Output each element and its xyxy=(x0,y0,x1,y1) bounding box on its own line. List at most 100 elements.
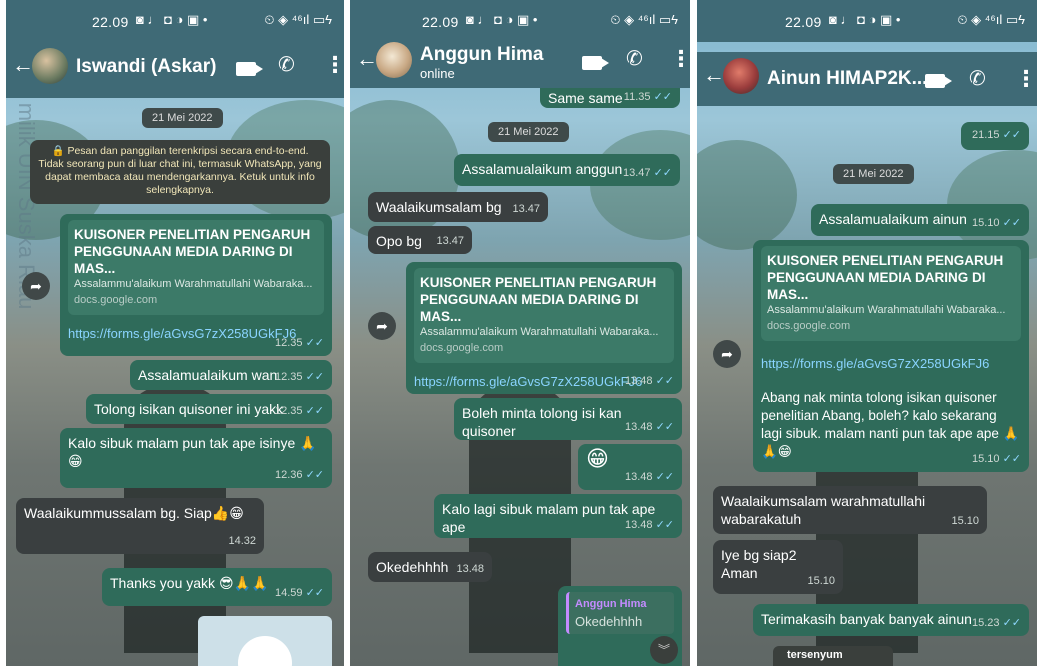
back-arrow-icon[interactable]: ← xyxy=(703,64,725,86)
message-time: 12.35 xyxy=(274,371,303,383)
background-palm xyxy=(697,140,797,250)
video-call-icon[interactable] xyxy=(236,62,263,76)
message-text: Opo bg xyxy=(376,233,422,249)
message-text: Thanks you yakk 😎🙏🙏 xyxy=(110,575,269,591)
more-vert-icon[interactable]: ⋮ xyxy=(324,52,344,78)
message-bubble[interactable]: Waalaikumsalam warahmatullahi wabarakatu… xyxy=(713,486,987,534)
chat-screen-anggun: 22.09 ◙ ♩ ◘ ◑ ▣ • ⏲ ◈ ⁴⁶ıl ▭ϟ ← Anggun H… xyxy=(350,0,690,666)
message-bubble[interactable]: 😁 13.48 ✓✓ xyxy=(578,444,682,490)
read-ticks-icon: ✓✓ xyxy=(305,469,324,481)
message-time: 11.35 xyxy=(623,91,651,103)
message-text: Same same xyxy=(548,90,623,106)
message-time: 13.47 xyxy=(622,167,651,179)
forward-icon[interactable]: ➦ xyxy=(22,272,50,300)
form-link[interactable]: https://forms.gle/aGvsG7zX258UGkFJ6 xyxy=(761,355,1021,373)
read-ticks-icon: ✓✓ xyxy=(653,167,672,179)
contact-name[interactable]: Anggun Hima xyxy=(420,44,544,66)
message-bubble[interactable]: Waalaikumsalam bg 13.47 xyxy=(368,192,548,222)
link-message[interactable]: KUISONER PENELITIAN PENGARUH PENGGUNAAN … xyxy=(60,214,332,356)
avatar[interactable] xyxy=(723,58,759,94)
read-ticks-icon: ✓✓ xyxy=(305,405,324,417)
phone-icon[interactable]: ✆ xyxy=(969,66,986,91)
card-host: docs.google.com xyxy=(74,294,158,306)
card-host: docs.google.com xyxy=(420,342,504,354)
message-bubble[interactable]: Tolong isikan quisoner ini yakk 12.35 ✓✓ xyxy=(86,394,332,424)
message-bubble[interactable]: Waalaikummussalam bg. Siap👍😁 14.32 xyxy=(16,498,264,554)
video-call-icon[interactable] xyxy=(925,74,952,88)
status-system-icons: ⏲ ◈ ⁴⁶ıl ▭ϟ xyxy=(610,12,678,27)
more-vert-icon[interactable]: ⋮ xyxy=(670,46,690,72)
encryption-notice[interactable]: 🔒 Pesan dan panggilan terenkripsi secara… xyxy=(30,140,330,204)
status-time: 22.09 xyxy=(92,14,129,30)
message-text: Boleh minta tolong isi kan quisoner xyxy=(462,405,622,439)
card-description: Assalammu'alaikum Warahmatullahi Wabarak… xyxy=(74,278,313,290)
message-time: 13.48 xyxy=(624,375,653,387)
message-time: 21.15 xyxy=(971,129,1000,141)
card-host: docs.google.com xyxy=(767,320,851,332)
more-vert-icon[interactable]: ⋮ xyxy=(1015,66,1037,92)
read-ticks-icon: ✓✓ xyxy=(1002,453,1021,465)
message-time: 13.48 xyxy=(456,563,484,575)
back-arrow-icon[interactable]: ← xyxy=(12,54,34,76)
contact-name[interactable]: Iswandi (Askar) xyxy=(76,56,216,78)
message-bubble[interactable]: Thanks you yakk 😎🙏🙏 14.59 ✓✓ xyxy=(102,568,332,606)
message-text: Kalo lagi sibuk malam pun tak ape ape xyxy=(442,501,656,535)
message-bubble[interactable]: Okedehhhh 13.48 xyxy=(368,552,492,582)
forward-icon[interactable]: ➦ xyxy=(368,312,396,340)
date-label: 21 Mei 2022 xyxy=(142,108,223,128)
message-time: 12.35 xyxy=(274,337,303,349)
avatar[interactable] xyxy=(376,42,412,78)
avatar[interactable] xyxy=(32,48,68,84)
message-bubble[interactable]: Kalo sibuk malam pun tak ape isinye 🙏 😁 … xyxy=(60,428,332,488)
phone-icon[interactable]: ✆ xyxy=(278,52,295,77)
image-message-preview[interactable] xyxy=(198,616,332,666)
link-preview-card[interactable]: KUISONER PENELITIAN PENGARUH PENGGUNAAN … xyxy=(761,246,1021,341)
sticker-partial[interactable]: tersenyum xyxy=(773,646,893,666)
message-bubble[interactable]: 21.15 ✓✓ xyxy=(961,122,1029,150)
phone-icon[interactable]: ✆ xyxy=(626,46,643,71)
read-ticks-icon: ✓✓ xyxy=(655,375,674,387)
message-bubble[interactable]: Opo bg 13.47 xyxy=(368,226,472,254)
message-bubble[interactable]: Iye bg siap2 Aman 15.10 xyxy=(713,540,843,594)
message-bubble[interactable]: Assalamualaikum ainun 15.10 ✓✓ xyxy=(811,204,1029,236)
link-message[interactable]: KUISONER PENELITIAN PENGARUH PENGGUNAAN … xyxy=(406,262,682,394)
message-time: 12.35 xyxy=(274,405,303,417)
message-text: 😁 xyxy=(586,446,609,471)
contact-status: online xyxy=(420,66,455,81)
message-time: 15.10 xyxy=(971,217,1000,229)
status-system-icons: ⏲ ◈ ⁴⁶ıl ▭ϟ xyxy=(957,12,1025,27)
message-text: Kalo sibuk malam pun tak ape isinye 🙏 😁 xyxy=(68,435,317,469)
message-text: Assalamualaikum ainun xyxy=(819,211,967,227)
message-bubble[interactable]: Assalamualaikum wan 12.35 ✓✓ xyxy=(130,360,332,390)
link-preview-card[interactable]: KUISONER PENELITIAN PENGARUH PENGGUNAAN … xyxy=(414,268,674,363)
message-text: Tolong isikan quisoner ini yakk xyxy=(94,401,284,417)
video-call-icon[interactable] xyxy=(582,56,609,70)
message-time: 14.32 xyxy=(228,535,256,547)
quoted-message[interactable]: Anggun Hima Okedehhhh xyxy=(566,592,674,634)
message-bubble[interactable]: Assalamualaikum anggun 13.47 ✓✓ xyxy=(454,154,680,186)
read-ticks-icon: ✓✓ xyxy=(655,471,674,483)
message-time: 13.48 xyxy=(624,421,653,433)
back-arrow-icon[interactable]: ← xyxy=(356,48,378,70)
read-ticks-icon: ✓✓ xyxy=(1002,217,1021,229)
quoted-author: Anggun Hima xyxy=(575,598,647,610)
scroll-down-icon[interactable]: ︾ xyxy=(650,636,678,664)
message-text: Waalaikummussalam bg. Siap👍😁 xyxy=(24,505,244,521)
contact-name[interactable]: Ainun HIMAP2K... xyxy=(767,68,927,90)
message-text: Okedehhhh xyxy=(376,559,449,575)
forward-icon[interactable]: ➦ xyxy=(713,340,741,368)
link-message[interactable]: KUISONER PENELITIAN PENGARUH PENGGUNAAN … xyxy=(753,240,1029,472)
message-bubble[interactable]: Kalo lagi sibuk malam pun tak ape ape 13… xyxy=(434,494,682,538)
read-ticks-icon: ✓✓ xyxy=(655,421,674,433)
message-bubble[interactable]: Same same 11.35 ✓✓ xyxy=(540,88,680,108)
message-bubble[interactable]: Terimakasih banyak banyak ainun 15.23 ✓✓ xyxy=(753,604,1029,636)
status-notification-icons: ◙ ♩ ◘ ◑ ▣ • xyxy=(136,12,208,27)
card-description: Assalammu'alaikum Warahmatullahi Wabarak… xyxy=(420,326,659,338)
date-label: 21 Mei 2022 xyxy=(488,122,569,142)
message-bubble[interactable]: Boleh minta tolong isi kan quisoner 13.4… xyxy=(454,398,682,440)
chat-screen-iswandi: Hak Cipta milik UIN Suska Riau 22.09 ◙ ♩… xyxy=(6,0,344,666)
link-preview-card[interactable]: KUISONER PENELITIAN PENGARUH PENGGUNAAN … xyxy=(68,220,324,315)
read-ticks-icon: ✓✓ xyxy=(305,587,324,599)
chat-screen-ainun: 22.09 ◙ ♩ ◘ ◑ ▣ • ⏲ ◈ ⁴⁶ıl ▭ϟ ← Ainun HI… xyxy=(697,0,1037,666)
message-text: Assalamualaikum anggun xyxy=(462,161,623,177)
